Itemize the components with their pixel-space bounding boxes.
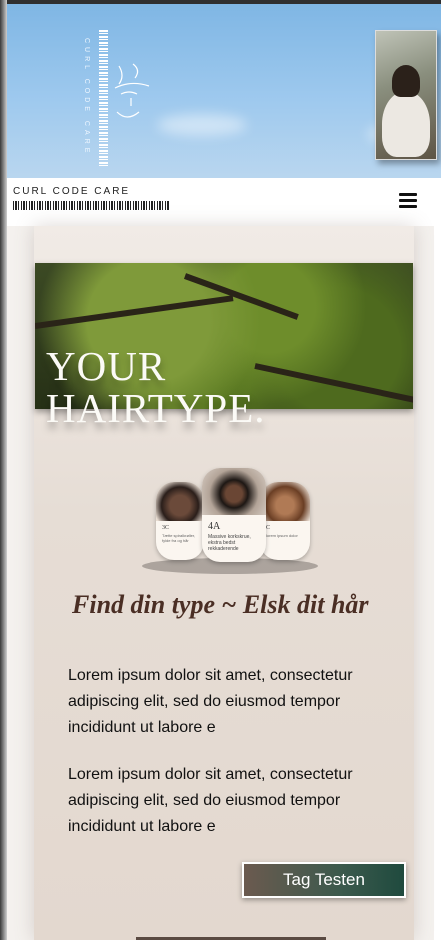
take-test-button[interactable]: Tag Testen [242, 862, 406, 898]
hairtype-heading: YOUR HAIRTYPE. [46, 344, 266, 430]
hero-header: CURL CODE CARE [7, 0, 441, 896]
hair-type-cards: 3C Tætte spiralkrøller, fylde fra og hår… [142, 468, 322, 578]
vertical-logo-text: CURL CODE CARE [83, 38, 90, 157]
navbar: CURL CODE CARE [7, 178, 441, 226]
hamburger-menu-icon[interactable] [399, 192, 417, 208]
scrollbar[interactable] [434, 226, 441, 940]
body-paragraph-1: Lorem ipsum dolor sit amet, consectetur … [68, 667, 353, 736]
body-paragraph-2: Lorem ipsum dolor sit amet, consectetur … [68, 766, 353, 835]
tagline: Find din type ~ Elsk dit hår [72, 590, 369, 619]
left-edge [0, 0, 7, 940]
hair-type-card[interactable]: 3C Tætte spiralkrøller, fylde fra og hår [156, 482, 204, 560]
car-photo [375, 30, 437, 160]
brand-name: CURL CODE CARE [13, 186, 131, 197]
heading-line-1: YOUR [46, 343, 167, 389]
face-logo-icon [114, 63, 150, 118]
hair-type-card[interactable]: C lorem ipsum dolor [260, 482, 310, 560]
cloud [157, 114, 247, 136]
vertical-barcode [99, 30, 108, 168]
hair-type-card-selected[interactable]: 4A Massive korkskrue, ekstra bedst rekka… [202, 468, 266, 562]
barcode-graphic [13, 201, 169, 210]
heading-line-2: HAIRTYPE. [46, 385, 266, 431]
